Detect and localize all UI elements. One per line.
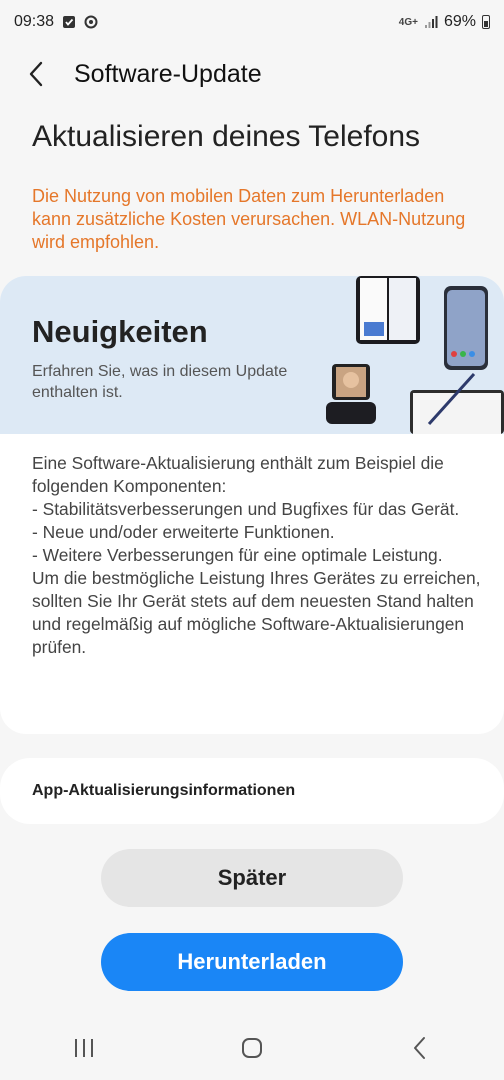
back-icon [414,1037,425,1059]
devices-illustration [326,276,504,434]
status-bar-left: 09:38 [14,13,98,31]
home-button[interactable] [222,1023,282,1073]
app-update-info-label: App-Aktualisierungsinformationen [32,782,296,799]
signal-icon [424,16,438,28]
mobile-data-warning: Die Nutzung von mobilen Daten zum Herunt… [32,186,466,252]
chevron-left-icon [29,61,43,87]
battery-percent: 69% [443,13,476,30]
download-button[interactable]: Herunterladen [101,933,403,991]
status-bar-right: 4G+ 69% [399,13,490,31]
later-button[interactable]: Später [101,849,403,907]
news-subtitle: Erfahren Sie, was in diesem Update entha… [32,363,288,401]
home-icon [242,1038,262,1058]
news-body: Eine Software-Aktualisierung enthält zum… [32,453,481,657]
news-banner: Neuigkeiten Erfahren Sie, was in diesem … [0,276,504,434]
app-update-info-row[interactable]: App-Aktualisierungsinformationen [0,758,504,824]
main-heading: Aktualisieren deines Telefons [32,120,421,153]
system-back-button[interactable] [390,1023,450,1073]
back-button[interactable] [6,44,66,104]
status-bar: 09:38 4G+ 69% [0,0,504,44]
battery-icon [482,15,490,29]
page-title: Software-Update [74,59,262,88]
news-card: Neuigkeiten Erfahren Sie, was in diesem … [0,276,504,734]
app-bar: Software-Update [0,44,504,104]
network-type: 4G+ [398,16,418,28]
recent-apps-icon [75,1039,93,1057]
navigation-bar [0,1020,504,1076]
status-time: 09:38 [14,13,55,30]
checkbox-notification-icon [63,16,76,28]
news-title: Neuigkeiten [32,314,208,349]
sync-notification-icon [84,15,98,29]
recent-apps-button[interactable] [54,1023,114,1073]
